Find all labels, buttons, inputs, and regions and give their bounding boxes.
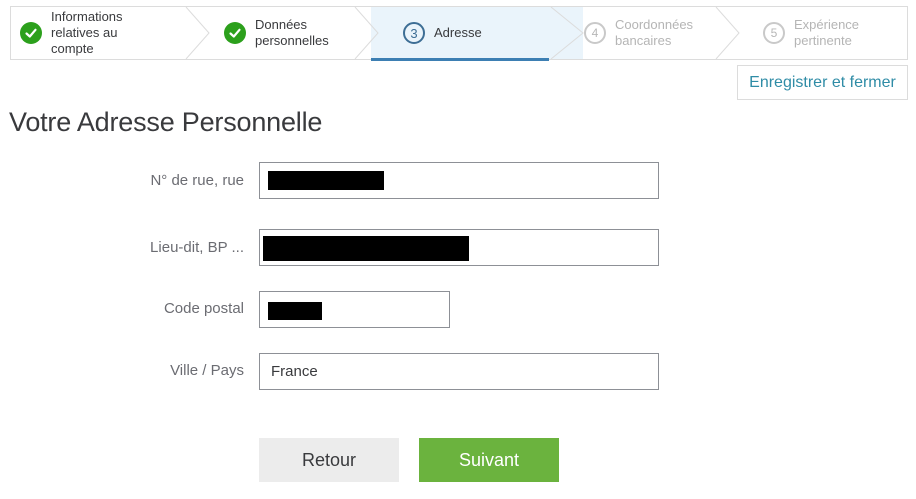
redacted-value xyxy=(268,171,384,190)
step-label: Informations relatives au compte xyxy=(51,9,123,56)
step-label: Adresse xyxy=(434,25,482,40)
step-label: Coordonnées bancaires xyxy=(615,17,694,48)
step-number-3: 3 xyxy=(403,22,425,44)
locality-label: Lieu-dit, BP ... xyxy=(150,239,244,256)
postal-code-input[interactable] xyxy=(259,291,450,328)
redacted-value xyxy=(268,302,322,320)
street-label: N° de rue, rue xyxy=(150,172,244,189)
check-icon xyxy=(224,22,246,44)
page-title: Votre Adresse Personnelle xyxy=(9,107,323,137)
step-separator xyxy=(185,7,210,59)
step-bank-details: 4 Coordonnées bancaires xyxy=(584,7,693,59)
step-separator xyxy=(354,7,379,59)
city-country-input[interactable]: France xyxy=(259,353,659,390)
step-address[interactable]: 3 Adresse xyxy=(403,7,482,59)
step-number-5: 5 xyxy=(763,22,785,44)
save-and-close-button[interactable]: Enregistrer et fermer xyxy=(737,65,908,100)
step-number-4: 4 xyxy=(584,22,606,44)
step-account-info[interactable]: Informations relatives au compte xyxy=(20,7,123,59)
progress-stepper: Informations relatives au compte Données… xyxy=(10,6,908,61)
postal-code-label: Code postal xyxy=(163,300,244,317)
step-label: Données personnelles xyxy=(255,17,329,48)
step-separator xyxy=(715,7,740,59)
step-relevant-experience: 5 Expérience pertinente xyxy=(763,7,859,59)
check-icon xyxy=(20,22,42,44)
street-input[interactable] xyxy=(259,162,659,199)
next-button[interactable]: Suivant xyxy=(419,438,559,482)
back-button[interactable]: Retour xyxy=(259,438,399,482)
redacted-value xyxy=(263,236,469,261)
city-country-label: Ville / Pays xyxy=(170,362,244,379)
step-label: Expérience pertinente xyxy=(794,17,860,48)
locality-input[interactable] xyxy=(259,229,659,266)
city-country-value: France xyxy=(271,363,318,380)
step-personal-data[interactable]: Données personnelles xyxy=(224,7,329,59)
